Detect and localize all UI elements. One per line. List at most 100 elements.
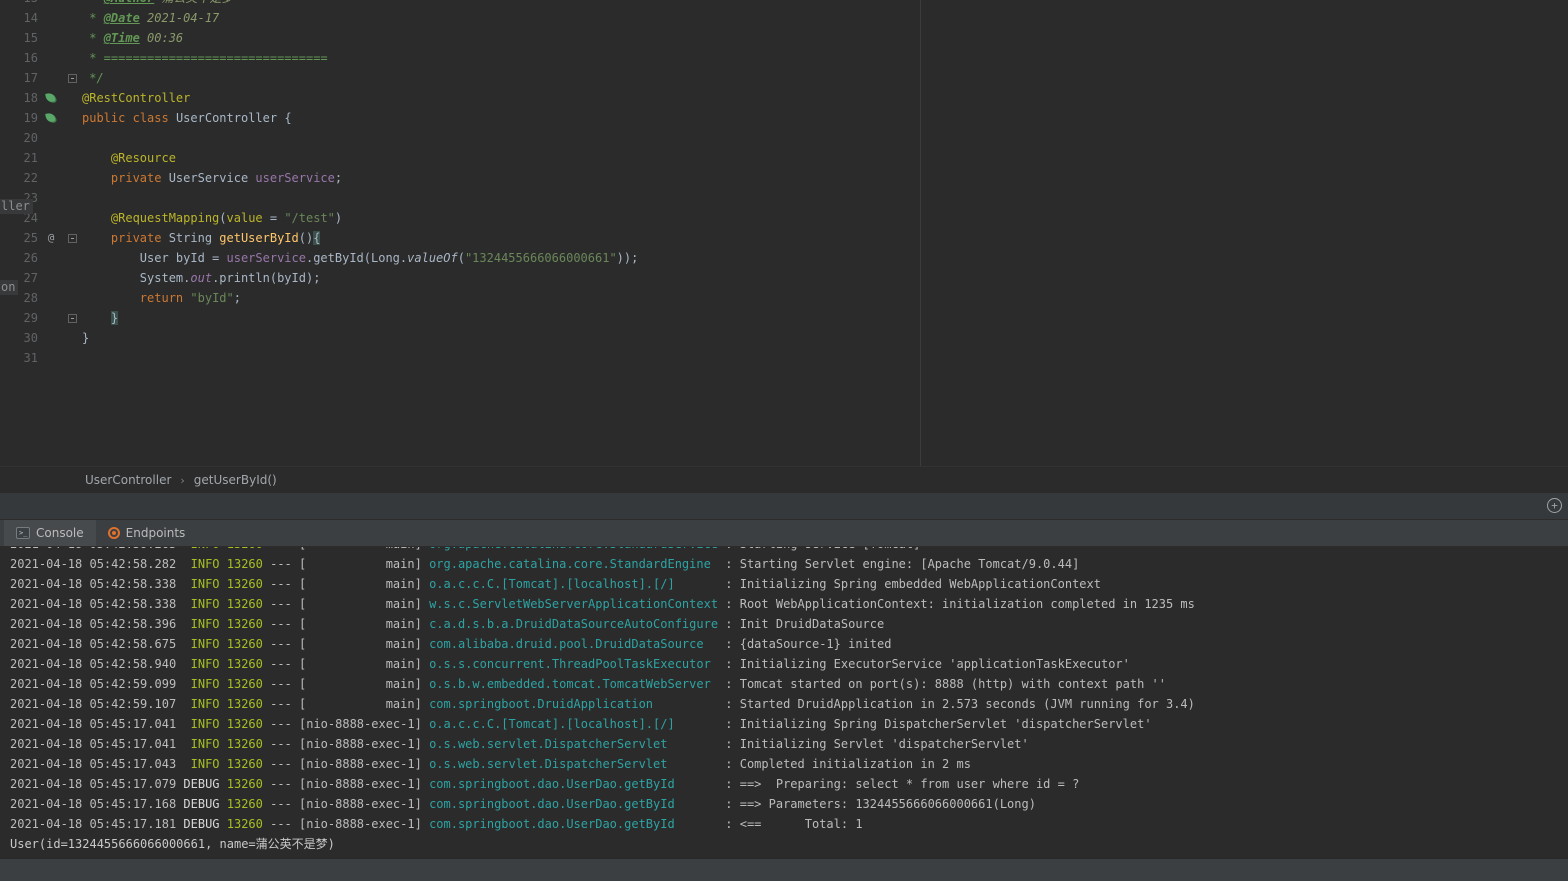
code-line[interactable]: 26 User byId = userService.getById(Long.… — [0, 248, 1568, 268]
line-number[interactable]: 25 — [0, 228, 38, 248]
code-text: } — [82, 331, 90, 345]
gutter-icon-cell — [38, 148, 64, 168]
code-text: User byId = userService.getById(Long.val… — [82, 251, 639, 265]
collapse-region-icon[interactable] — [67, 73, 77, 83]
line-number[interactable]: 26 — [0, 248, 38, 268]
gutter-icon-cell[interactable] — [38, 108, 64, 128]
code-line[interactable]: 31 — [0, 348, 1568, 368]
code-line[interactable]: 21 @Resource — [0, 148, 1568, 168]
log-line: 2021-04-18 05:42:59.099 INFO 13260 --- [… — [10, 677, 1166, 691]
code-editor[interactable]: 13 * @Author 蒲公英不是梦14 * @Date 2021-04-17… — [0, 0, 1568, 467]
console-panel[interactable]: 2021-04-18 05:42:58.263 INFO 13260 --- [… — [0, 547, 1568, 858]
gutter-fold-cell[interactable] — [64, 308, 80, 328]
run-toolbar — [0, 493, 1568, 520]
line-number[interactable]: 22 — [0, 168, 38, 188]
gutter-fold-cell — [64, 188, 80, 208]
code-text: @RestController — [82, 91, 191, 105]
gutter-icon-cell — [38, 308, 64, 328]
tab-endpoints-label: Endpoints — [125, 526, 186, 540]
line-number[interactable]: 30 — [0, 328, 38, 348]
gutter-fold-cell — [64, 268, 80, 288]
line-number[interactable]: 18 — [0, 88, 38, 108]
code-text: @RequestMapping(value = "/test") — [110, 211, 343, 225]
gutter-icon-cell — [38, 28, 64, 48]
gutter-fold-cell — [64, 168, 80, 188]
tab-console[interactable]: Console — [4, 520, 96, 546]
gutter-fold-cell — [64, 148, 80, 168]
terminal-icon — [16, 527, 30, 539]
gutter-icon-cell — [38, 188, 64, 208]
spring-bean-icon[interactable] — [45, 92, 57, 104]
tab-endpoints[interactable]: Endpoints — [96, 520, 198, 546]
gutter-fold-cell — [64, 288, 80, 308]
log-line: 2021-04-18 05:45:17.043 INFO 13260 --- [… — [10, 757, 971, 771]
log-line: 2021-04-18 05:42:58.675 INFO 13260 --- [… — [10, 637, 892, 651]
line-number[interactable]: 20 — [0, 128, 38, 148]
code-line[interactable]: 20 — [0, 128, 1568, 148]
code-text: * @Time 00:36 — [82, 31, 184, 45]
breadcrumb-item-class[interactable]: UserController — [85, 473, 171, 487]
line-number[interactable]: 13 — [0, 0, 38, 8]
line-number[interactable]: 16 — [0, 48, 38, 68]
tab-console-label: Console — [36, 526, 84, 540]
gutter-icon-cell — [38, 348, 64, 368]
editor-lines[interactable]: 13 * @Author 蒲公英不是梦14 * @Date 2021-04-17… — [0, 0, 1568, 368]
log-line: 2021-04-18 05:45:17.181 DEBUG 13260 --- … — [10, 817, 863, 831]
code-text: } — [110, 311, 119, 325]
code-line[interactable]: 27 System.out.println(byId); — [0, 268, 1568, 288]
code-line[interactable]: 29 } — [0, 308, 1568, 328]
collapse-region-icon[interactable] — [67, 313, 77, 323]
code-text: @Resource — [110, 151, 176, 165]
gutter-fold-cell[interactable] — [64, 68, 80, 88]
gutter-fold-cell — [64, 128, 80, 148]
line-number[interactable]: 15 — [0, 28, 38, 48]
gutter-icon-cell[interactable] — [38, 88, 64, 108]
gutter-fold-cell — [64, 88, 80, 108]
gutter-icon-cell — [38, 268, 64, 288]
code-line[interactable]: 28 return "byId"; — [0, 288, 1568, 308]
tool-window-tabs: Console Endpoints — [0, 520, 1568, 547]
code-line[interactable]: 15 * @Time 00:36 — [0, 28, 1568, 48]
code-text: return "byId"; — [139, 291, 241, 305]
crosshair-circle-icon[interactable] — [1547, 498, 1562, 513]
collapse-region-icon[interactable] — [67, 233, 77, 243]
log-line: 2021-04-18 05:45:17.041 INFO 13260 --- [… — [10, 717, 1152, 731]
request-mapping-at-icon[interactable]: @ — [48, 228, 55, 248]
log-line: 2021-04-18 05:42:58.940 INFO 13260 --- [… — [10, 657, 1130, 671]
gutter-fold-cell — [64, 248, 80, 268]
code-text: private String getUserById(){ — [110, 231, 321, 245]
gutter-icon-cell[interactable]: @ — [38, 228, 64, 248]
gutter-icon-cell — [38, 68, 64, 88]
breadcrumb-item-method[interactable]: getUserById() — [194, 473, 277, 487]
code-text: public class UserController { — [82, 111, 292, 125]
gutter-icon-cell — [38, 48, 64, 68]
code-line[interactable]: 18 @RestController — [0, 88, 1568, 108]
log-line: 2021-04-18 05:42:58.338 INFO 13260 --- [… — [10, 577, 1101, 591]
endpoint-target-icon — [107, 527, 120, 539]
gutter-fold-cell[interactable] — [64, 228, 80, 248]
code-line[interactable]: 16 * =============================== — [0, 48, 1568, 68]
code-line[interactable]: 25 @ private String getUserById(){ — [0, 228, 1568, 248]
code-line[interactable]: 23 — [0, 188, 1568, 208]
spring-bean-icon[interactable] — [45, 112, 57, 124]
code-line[interactable]: 13 * @Author 蒲公英不是梦 — [0, 0, 1568, 8]
code-line[interactable]: 14 * @Date 2021-04-17 — [0, 8, 1568, 28]
code-line[interactable]: 30} — [0, 328, 1568, 348]
log-line: 2021-04-18 05:45:17.041 INFO 13260 --- [… — [10, 737, 1029, 751]
line-number[interactable]: 31 — [0, 348, 38, 368]
line-number[interactable]: 19 — [0, 108, 38, 128]
code-line[interactable]: 22 private UserService userService; — [0, 168, 1568, 188]
line-number[interactable]: 17 — [0, 68, 38, 88]
code-line[interactable]: 17 */ — [0, 68, 1568, 88]
line-number[interactable]: 29 — [0, 308, 38, 328]
gutter-icon-cell — [38, 328, 64, 348]
log-line: 2021-04-18 05:42:58.263 INFO 13260 --- [… — [10, 547, 1568, 554]
code-line[interactable]: 24 @RequestMapping(value = "/test") — [0, 208, 1568, 228]
console-output: 2021-04-18 05:42:58.263 INFO 13260 --- [… — [10, 547, 1568, 854]
code-text: * =============================== — [82, 51, 328, 65]
line-number[interactable]: 14 — [0, 8, 38, 28]
line-number[interactable]: 21 — [0, 148, 38, 168]
gutter-icon-cell — [38, 8, 64, 28]
code-line[interactable]: 19 public class UserController { — [0, 108, 1568, 128]
